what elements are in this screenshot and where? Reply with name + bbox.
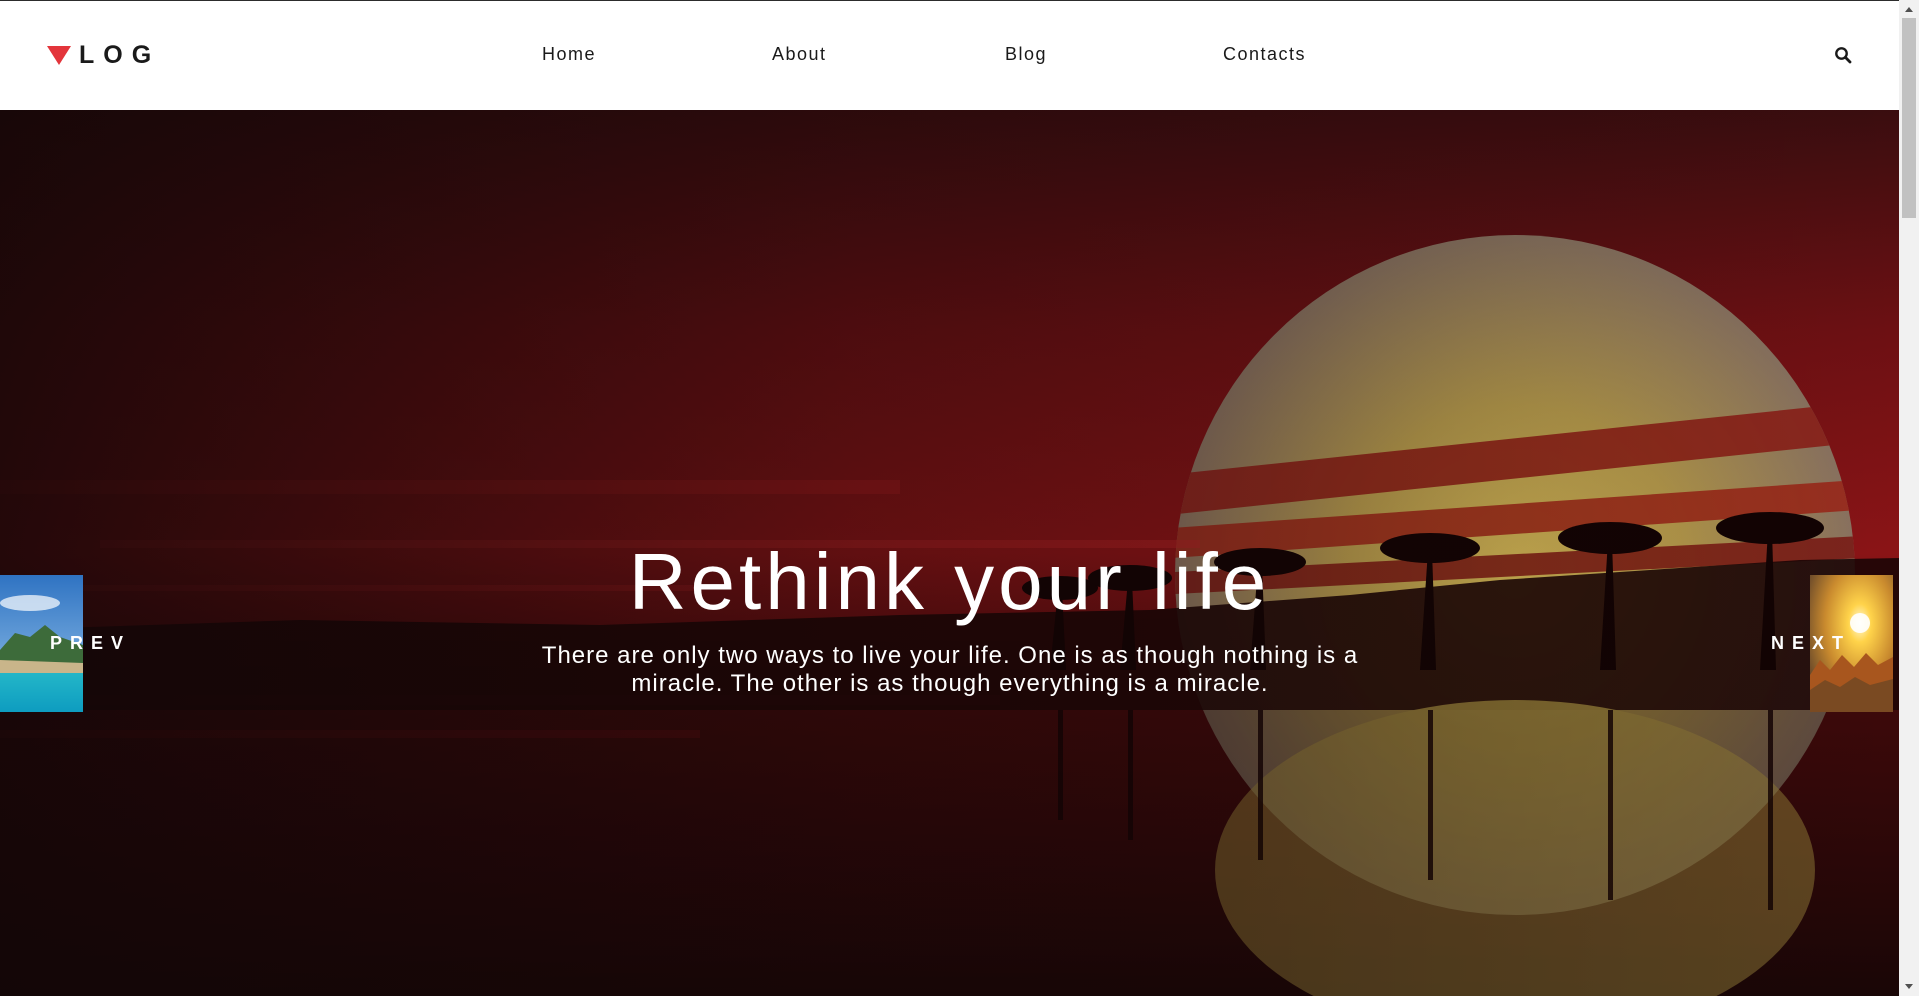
hero-title: Rethink your life	[628, 537, 1271, 626]
site-header: LOG Home About Blog Contacts	[0, 1, 1899, 110]
nav-item-blog[interactable]: Blog	[1005, 44, 1047, 65]
next-slide-button[interactable]: NEXT	[1771, 633, 1851, 654]
main-nav: Home About Blog Contacts	[0, 44, 1899, 70]
search-icon[interactable]	[1834, 46, 1852, 64]
scroll-up-arrow-icon[interactable]	[1899, 1, 1919, 18]
nav-item-about[interactable]: About	[772, 44, 827, 65]
scrollbar-thumb[interactable]	[1902, 18, 1916, 218]
vertical-scrollbar[interactable]	[1899, 0, 1919, 996]
page: LOG Home About Blog Contacts Rethink you…	[0, 0, 1899, 996]
prev-slide-button[interactable]: PREV	[50, 633, 131, 654]
nav-item-contacts[interactable]: Contacts	[1223, 44, 1306, 65]
nav-item-home[interactable]: Home	[542, 44, 596, 65]
scroll-down-arrow-icon[interactable]	[1899, 978, 1919, 995]
hero-text: There are only two ways to live your lif…	[541, 642, 1359, 697]
hero-slider: Rethink your life There are only two way…	[0, 110, 1899, 996]
